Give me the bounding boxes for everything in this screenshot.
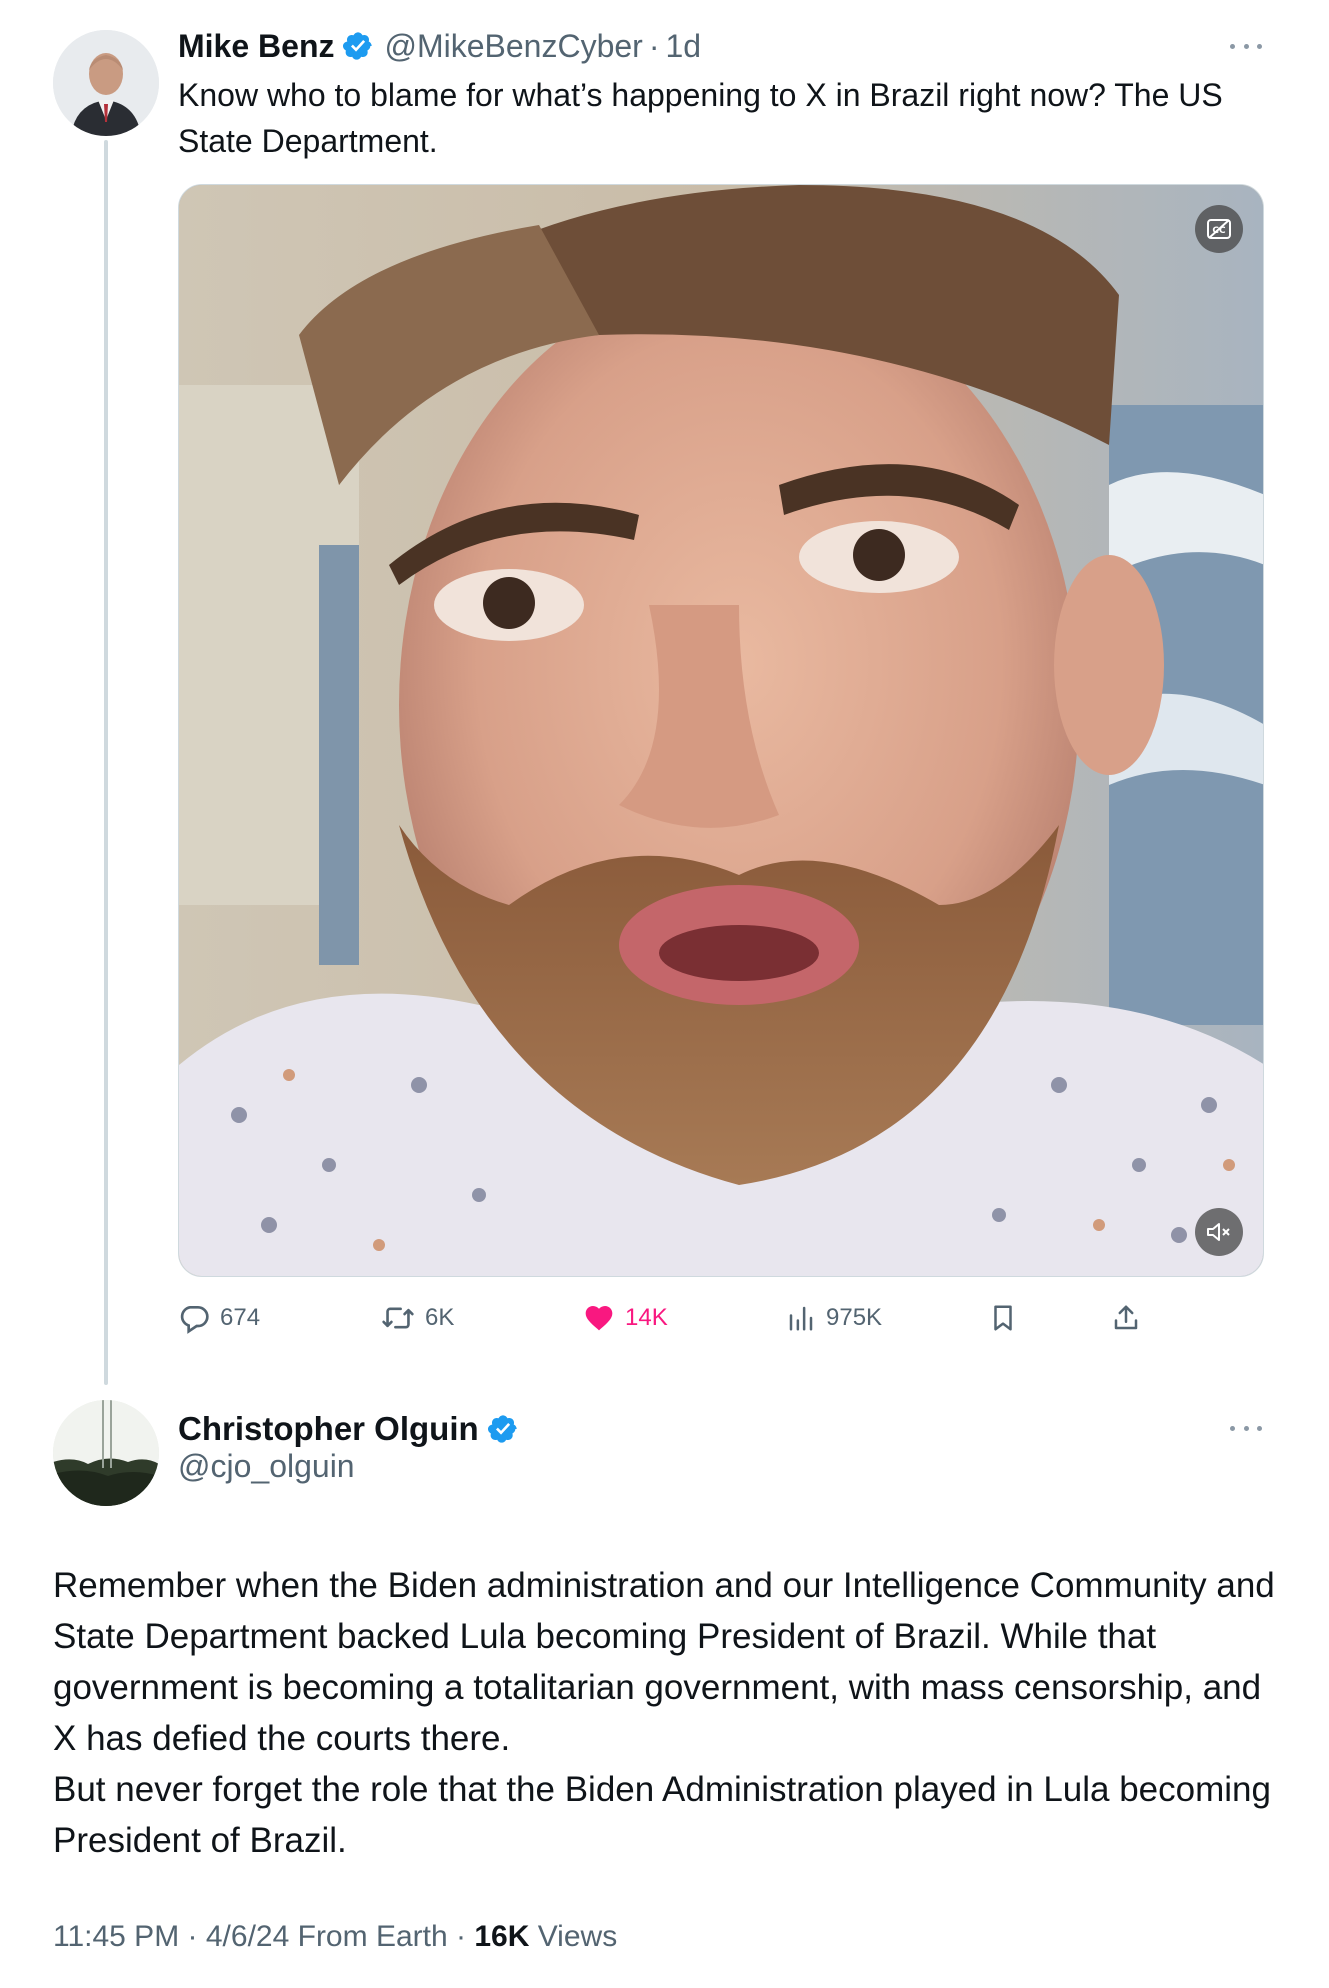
verified-badge-icon bbox=[343, 32, 373, 60]
video-frame bbox=[179, 185, 1263, 1276]
views-count: 975K bbox=[826, 1304, 883, 1331]
avatar-mike-benz[interactable] bbox=[53, 30, 159, 136]
share-button[interactable] bbox=[1111, 1296, 1151, 1340]
tweet-time[interactable]: 1d bbox=[665, 28, 701, 65]
views-button[interactable]: 975K bbox=[786, 1296, 882, 1340]
author-handle[interactable]: @cjo_olguin bbox=[178, 1448, 355, 1485]
views-label: Views bbox=[529, 1920, 618, 1953]
video-player[interactable]: CC bbox=[178, 184, 1264, 1277]
verified-badge-icon bbox=[487, 1415, 517, 1443]
tweet-text: Know who to blame for what’s happening t… bbox=[178, 77, 1223, 159]
tweet-date[interactable]: 4/6/24 bbox=[206, 1920, 289, 1953]
separator-dot: · bbox=[179, 1920, 206, 1953]
bookmark-icon bbox=[994, 1305, 1012, 1331]
action-bar: 674 6K 14K 975K bbox=[178, 1296, 1158, 1340]
tweet-paragraph: Remember when the Biden administration a… bbox=[53, 1566, 1275, 1758]
heart-icon bbox=[585, 1306, 613, 1331]
mute-icon[interactable] bbox=[1195, 1208, 1243, 1256]
author-name[interactable]: Christopher Olguin bbox=[178, 1410, 479, 1448]
views-icon bbox=[789, 1306, 813, 1331]
more-options-icon[interactable] bbox=[1226, 36, 1266, 56]
bookmark-button[interactable] bbox=[988, 1296, 1028, 1340]
like-button[interactable]: 14K bbox=[583, 1296, 668, 1340]
avatar-christopher-olguin[interactable] bbox=[53, 1400, 159, 1506]
separator-dot: · bbox=[447, 1920, 475, 1953]
separator-dot: · bbox=[648, 27, 660, 64]
captions-icon[interactable]: CC bbox=[1195, 205, 1243, 253]
author-name[interactable]: Mike Benz bbox=[178, 28, 334, 65]
retweet-count: 6K bbox=[425, 1304, 455, 1331]
like-count: 14K bbox=[625, 1304, 668, 1331]
reply-button[interactable]: 674 bbox=[178, 1296, 260, 1340]
author-handle[interactable]: @MikeBenzCyber bbox=[384, 28, 642, 65]
retweet-button[interactable]: 6K bbox=[381, 1296, 454, 1340]
tweet-paragraph: But never forget the role that the Biden… bbox=[53, 1770, 1271, 1860]
author-name-row: Christopher Olguin bbox=[178, 1408, 529, 1450]
tweet-thread: Mike Benz @MikeBenzCyber · 1d Know who t… bbox=[0, 0, 1329, 1988]
more-options-icon[interactable] bbox=[1226, 1418, 1266, 1438]
share-icon bbox=[1114, 1305, 1138, 1330]
tweet-time[interactable]: 11:45 PM bbox=[53, 1920, 179, 1953]
thread-line bbox=[104, 140, 108, 1385]
retweet-icon bbox=[382, 1307, 414, 1329]
tweet-text: Remember when the Biden administration a… bbox=[53, 1560, 1283, 1866]
tweet-source: From Earth bbox=[289, 1920, 448, 1953]
reply-count: 674 bbox=[220, 1304, 261, 1331]
tweet-header: Mike Benz @MikeBenzCyber · 1d bbox=[178, 26, 701, 66]
tweet-meta: 11:45 PM · 4/6/24 From Earth · 16K Views bbox=[53, 1920, 617, 1954]
views-count[interactable]: 16K bbox=[474, 1920, 529, 1953]
reply-icon bbox=[180, 1306, 209, 1334]
